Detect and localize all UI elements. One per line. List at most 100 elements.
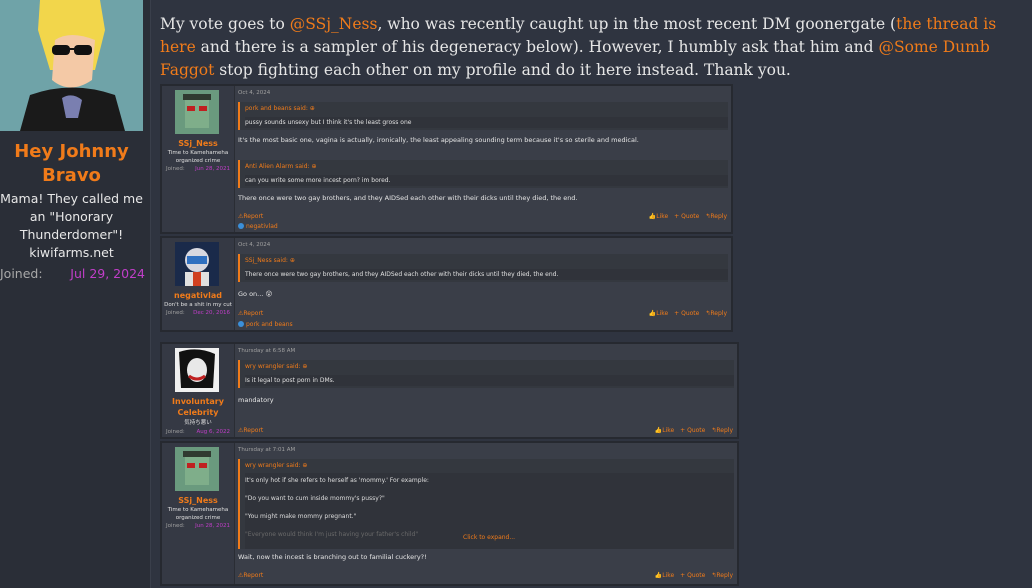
post-username[interactable]: SSj_Ness <box>162 495 234 506</box>
embedded-post: SSj_Ness Time to Kamehameha organized cr… <box>160 84 733 234</box>
quote-author[interactable]: pork and beans said: ⊕ <box>245 105 315 112</box>
avatar[interactable] <box>175 348 219 392</box>
quote-block: wry wrangler said: ⊕ Is it legal to post… <box>238 360 734 388</box>
profile-joined: Joined: Jul 29, 2024 <box>0 266 145 281</box>
quote-author[interactable]: wry wrangler said: ⊕ <box>245 363 307 370</box>
post-joined: Joined: Jun 28, 2021 <box>166 523 230 529</box>
reaction-icon <box>238 223 244 229</box>
message-text: and there is a sampler of his degeneracy… <box>195 38 879 56</box>
post-user-title: Time to Kamehameha organized crime <box>167 150 229 164</box>
post-joined: Joined: Jun 28, 2021 <box>166 166 230 172</box>
reaction-user[interactable]: pork and beans <box>246 321 293 328</box>
post-username[interactable]: SSj_Ness <box>162 138 234 149</box>
joined-label: Joined: <box>166 429 185 435</box>
message-text: My vote goes to <box>160 15 290 33</box>
post-date[interactable]: Thursday at 6:58 AM <box>238 348 295 354</box>
report-button[interactable]: ⚠Report <box>238 427 263 434</box>
post-text: Go on... 😲 <box>238 290 273 298</box>
post-text: mandatory <box>238 396 274 404</box>
post-joined: Joined: Dec 20, 2016 <box>166 310 230 316</box>
joined-date: Aug 6, 2022 <box>196 429 230 435</box>
quote-text: "Do you want to cum inside mommy's pussy… <box>245 495 385 502</box>
joined-date: Jun 28, 2021 <box>195 523 230 529</box>
profile-sidebar: Hey Johnny Bravo Mama! They called me an… <box>0 0 151 588</box>
quote-text-faded: "Everyone would think I'm just having yo… <box>245 531 419 538</box>
post-joined: Joined: Aug 6, 2022 <box>166 429 230 435</box>
reaction-icon <box>238 321 244 327</box>
quote-text: "You might make mommy pregnant." <box>245 513 357 520</box>
reply-button[interactable]: ↰Reply <box>705 310 727 317</box>
post-text: It's the most basic one, vagina is actua… <box>238 136 639 144</box>
quote-block: wry wrangler said: ⊕ It's only hot if sh… <box>238 459 734 549</box>
post-user-column: SSj_Ness Time to Kamehameha organized cr… <box>162 443 235 584</box>
quote-button[interactable]: + Quote <box>680 572 705 579</box>
post-user-title: Time to Kamehameha organized crime <box>167 507 229 521</box>
joined-label: Joined: <box>166 166 185 172</box>
post-user-title: Don't be a shit in my cut <box>164 302 232 308</box>
embedded-post: negativlad Don't be a shit in my cut Joi… <box>160 236 733 332</box>
quote-block: Anti Alien Alarm said: ⊕ can you write s… <box>238 160 728 188</box>
quote-author[interactable]: Anti Alien Alarm said: ⊕ <box>245 163 316 170</box>
quote-text: There once were two gay brothers, and th… <box>245 269 728 280</box>
quote-author[interactable]: SSj_Ness said: ⊕ <box>245 257 295 264</box>
reply-button[interactable]: ↰Reply <box>711 572 733 579</box>
joined-label: Joined: <box>0 266 43 281</box>
post-actions: 👍Like + Quote ↰Reply <box>649 427 733 434</box>
like-button[interactable]: 👍Like <box>649 310 668 317</box>
post-username[interactable]: negativlad <box>162 290 234 301</box>
post-user-column: SSj_Ness Time to Kamehameha organized cr… <box>162 86 235 232</box>
message-text: stop fighting each other on my profile a… <box>214 61 791 79</box>
message-text: , who was recently caught up in the most… <box>377 15 897 33</box>
avatar[interactable] <box>175 242 219 286</box>
post-date[interactable]: Oct 4, 2024 <box>238 90 270 96</box>
post-text: There once were two gay brothers, and th… <box>238 194 578 202</box>
joined-date: Jul 29, 2024 <box>70 266 145 281</box>
profile-username[interactable]: Hey Johnny Bravo <box>0 140 143 188</box>
profile-site: kiwifarms.net <box>29 245 114 260</box>
post-date[interactable]: Thursday at 7:01 AM <box>238 447 295 453</box>
joined-label: Joined: <box>166 523 185 529</box>
post-username[interactable]: Involuntary Celebrity <box>162 396 234 418</box>
embedded-post: Involuntary Celebrity 気持ち悪い Joined: Aug 6… <box>160 342 739 439</box>
post-actions: 👍Like + Quote ↰Reply <box>649 572 733 579</box>
quote-button[interactable]: + Quote <box>674 213 699 220</box>
joined-label: Joined: <box>166 310 185 316</box>
post-date[interactable]: Oct 4, 2024 <box>238 242 270 248</box>
joined-date: Dec 20, 2016 <box>193 310 230 316</box>
mention-link[interactable]: @SSj_Ness <box>290 15 378 33</box>
post-text: Wait, now the incest is branching out to… <box>238 553 427 561</box>
like-button[interactable]: 👍Like <box>649 213 668 220</box>
quote-body: It's only hot if she refers to herself a… <box>245 473 734 549</box>
profile-user-title: Mama! They called me an "Honorary Thunde… <box>0 191 143 242</box>
reaction-bar[interactable]: pork and beans <box>238 321 293 328</box>
like-button[interactable]: 👍Like <box>655 427 674 434</box>
quote-button[interactable]: + Quote <box>674 310 699 317</box>
expand-link[interactable]: Click to expand... <box>463 534 515 541</box>
like-button[interactable]: 👍Like <box>655 572 674 579</box>
quote-text: It's only hot if she refers to herself a… <box>245 477 429 484</box>
avatar[interactable] <box>0 0 143 131</box>
report-button[interactable]: ⚠Report <box>238 213 263 220</box>
quote-author[interactable]: wry wrangler said: ⊕ <box>245 462 307 469</box>
post-actions: 👍Like + Quote ↰Reply <box>643 310 727 317</box>
quote-text: Is it legal to post porn in DMs. <box>245 375 734 386</box>
avatar[interactable] <box>175 90 219 134</box>
post-user-column: negativlad Don't be a shit in my cut Joi… <box>162 238 235 330</box>
avatar[interactable] <box>175 447 219 491</box>
quote-text: pussy sounds unsexy but I think it's the… <box>245 117 728 128</box>
joined-date: Jun 28, 2021 <box>195 166 230 172</box>
reaction-bar[interactable]: negativlad <box>238 223 278 230</box>
reaction-user[interactable]: negativlad <box>246 223 278 230</box>
quote-block: SSj_Ness said: ⊕ There once were two gay… <box>238 254 728 282</box>
report-button[interactable]: ⚠Report <box>238 572 263 579</box>
quote-button[interactable]: + Quote <box>680 427 705 434</box>
embedded-post: SSj_Ness Time to Kamehameha organized cr… <box>160 441 739 586</box>
post-actions: 👍Like + Quote ↰Reply <box>643 213 727 220</box>
post-user-column: Involuntary Celebrity 気持ち悪い Joined: Aug 6… <box>162 344 235 437</box>
quote-block: pork and beans said: ⊕ pussy sounds unse… <box>238 102 728 130</box>
quote-text: can you write some more incest porn? im … <box>245 175 728 186</box>
reply-button[interactable]: ↰Reply <box>711 427 733 434</box>
post-user-title: 気持ち悪い <box>184 420 212 426</box>
report-button[interactable]: ⚠Report <box>238 310 263 317</box>
reply-button[interactable]: ↰Reply <box>705 213 727 220</box>
